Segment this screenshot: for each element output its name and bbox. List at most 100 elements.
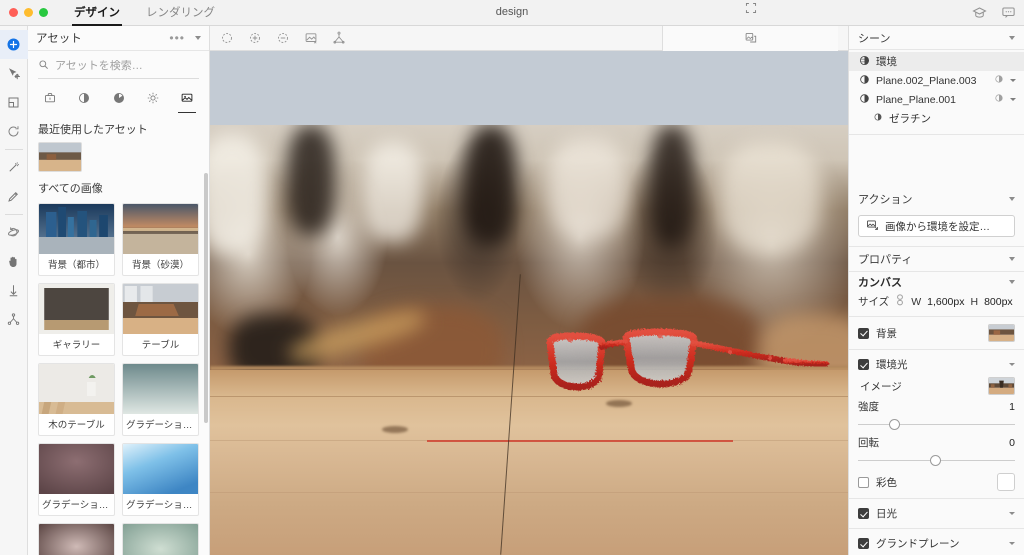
asset-item[interactable]: グラデーション… <box>38 443 115 516</box>
materials-filter-icon[interactable] <box>74 91 94 113</box>
canvas-collapse-chevron-icon[interactable] <box>1009 280 1015 285</box>
properties-section: プロパティ <box>849 247 1024 273</box>
intensity-value[interactable]: 1 <box>1009 401 1015 413</box>
graduation-cap-icon[interactable] <box>972 5 987 20</box>
zoom-in-icon[interactable] <box>248 31 262 45</box>
background-checkbox[interactable] <box>858 327 869 339</box>
tint-checkbox[interactable] <box>858 476 869 488</box>
search-input[interactable] <box>55 60 199 72</box>
sunglasses-3d-model[interactable] <box>530 307 830 422</box>
scene-tree: 環境 Plane.002_Plane.003 Plane_Plane.001 ゼ… <box>849 50 1024 135</box>
all-images-title: すべての画像 <box>38 183 103 195</box>
images-filter-icon[interactable] <box>177 91 197 113</box>
environment-light-row: 環境光 <box>849 353 1024 376</box>
duplicate-view-icon[interactable] <box>744 31 758 45</box>
eyedropper-tool[interactable] <box>0 182 28 211</box>
properties-collapse-chevron-icon[interactable] <box>1009 257 1015 262</box>
assets-panel: アセット ••• アセットを検索… 最近使用したアセット すべての画像 背景（都… <box>28 26 210 555</box>
sunlight-chevron-icon[interactable] <box>1009 512 1015 516</box>
collapse-chevron-icon[interactable] <box>1010 98 1016 101</box>
scene-node-gelatin[interactable]: ゼラチン <box>849 109 1024 128</box>
3d-canvas[interactable] <box>210 51 848 555</box>
set-environment-from-image-button[interactable]: 画像から環境を設定… <box>858 215 1015 238</box>
asset-caption: グラデーション… <box>42 500 114 511</box>
asset-item[interactable]: グラデーション… <box>122 443 199 516</box>
rotation-slider[interactable] <box>849 450 1024 469</box>
fullscreen-icon[interactable] <box>744 1 758 15</box>
assets-scroll-area[interactable]: 最近使用したアセット すべての画像 背景（都市） 背景（砂漠） ギャラリー テー… <box>28 113 209 555</box>
assets-overflow-menu-icon[interactable]: ••• <box>169 31 185 45</box>
add-object-tool[interactable] <box>0 30 28 59</box>
canvas-height-value[interactable]: 800px <box>984 296 1013 308</box>
app-window: デザイン レンダリング design アセット ••• アセットを検索… 最近使… <box>0 0 1024 555</box>
canvas-subsection-header[interactable]: カンバス <box>849 272 1024 292</box>
feedback-chat-icon[interactable] <box>1001 5 1016 20</box>
assets-panel-header: アセット ••• <box>28 26 209 51</box>
rail-divider <box>4 149 23 150</box>
visibility-toggle-icon[interactable] <box>994 93 1004 106</box>
environment-light-chevron-icon[interactable] <box>1009 363 1015 367</box>
tint-color-swatch[interactable] <box>997 473 1015 492</box>
zoom-out-icon[interactable] <box>276 31 290 45</box>
scene-collapse-chevron-icon[interactable] <box>1009 35 1015 40</box>
rotation-value[interactable]: 0 <box>1009 437 1015 449</box>
render-preview-icon[interactable] <box>304 31 318 45</box>
pan-hand-tool[interactable] <box>0 247 28 276</box>
scene-node-environment[interactable]: 環境 <box>849 52 1024 71</box>
scene-node-label: Plane_Plane.001 <box>876 93 956 106</box>
assets-scrollbar[interactable] <box>204 173 208 423</box>
canvas-sky-band <box>210 51 848 125</box>
size-label: サイズ <box>858 296 890 309</box>
environment-light-checkbox[interactable] <box>858 359 869 371</box>
orbit-tool[interactable] <box>0 218 28 247</box>
intensity-slider[interactable] <box>849 414 1024 433</box>
lights-filter-icon[interactable] <box>143 91 163 113</box>
action-collapse-chevron-icon[interactable] <box>1009 197 1015 202</box>
pivot-tool[interactable] <box>0 305 28 334</box>
models-filter-icon[interactable] <box>40 91 60 113</box>
select-move-tool[interactable] <box>0 59 28 88</box>
rotation-knob[interactable] <box>930 455 942 467</box>
asset-item[interactable]: テーブル <box>122 283 199 356</box>
assets-collapse-chevron-icon[interactable] <box>195 36 201 40</box>
set-environment-icon <box>866 218 879 234</box>
selection-marquee-icon[interactable] <box>220 31 234 45</box>
sunlight-checkbox[interactable] <box>858 508 869 520</box>
rotation-row: 回転 0 <box>849 433 1024 450</box>
ground-plane-checkbox[interactable] <box>858 538 869 549</box>
rotate-tool[interactable] <box>0 117 28 146</box>
material-sphere-filter-icon[interactable] <box>109 91 129 113</box>
canvas-width-value[interactable]: 1,600px <box>927 296 964 308</box>
asset-item[interactable]: 背景（砂漠） <box>122 203 199 276</box>
asset-caption: グラデーション… <box>126 500 198 511</box>
magic-wand-tool[interactable] <box>0 153 28 182</box>
visibility-toggle-icon[interactable] <box>994 74 1004 87</box>
asset-item[interactable]: ギャラリー <box>38 283 115 356</box>
camera-bookmark-icon[interactable] <box>332 31 346 45</box>
asset-item[interactable]: グラデーション… <box>122 523 199 555</box>
assets-panel-title: アセット <box>36 33 82 45</box>
scene-node-plane001[interactable]: Plane_Plane.001 <box>849 90 1024 109</box>
ground-plane-chevron-icon[interactable] <box>1009 542 1015 545</box>
asset-search[interactable] <box>38 59 199 79</box>
scene-node-label: ゼラチン <box>889 113 931 125</box>
model-icon <box>859 93 870 107</box>
background-thumbnail[interactable] <box>988 324 1015 343</box>
scene-node-plane002[interactable]: Plane.002_Plane.003 <box>849 71 1024 90</box>
action-section: アクション 画像から環境を設定… <box>849 187 1024 248</box>
sunlight-label: 日光 <box>876 508 897 521</box>
asset-item[interactable]: グラデーション… <box>122 363 199 436</box>
asset-item[interactable]: 背景（都市） <box>38 203 115 276</box>
environment-image-thumbnail[interactable] <box>988 377 1015 396</box>
ground-plane-x-axis <box>426 440 734 442</box>
recent-asset-thumb[interactable] <box>38 142 82 172</box>
scale-frame-tool[interactable] <box>0 88 28 117</box>
right-panel: シーン 環境 Plane.002_Plane.003 Plane_Plane.0… <box>848 26 1024 555</box>
asset-item[interactable]: グラデーション… <box>38 523 115 555</box>
expand-chevron-icon[interactable] <box>1010 79 1016 82</box>
intensity-knob[interactable] <box>889 419 901 431</box>
depth-move-tool[interactable] <box>0 276 28 305</box>
asset-item[interactable]: 木のテーブル <box>38 363 115 436</box>
link-aspect-ratio-icon[interactable] <box>895 294 905 309</box>
asset-caption: グラデーション… <box>126 420 198 431</box>
